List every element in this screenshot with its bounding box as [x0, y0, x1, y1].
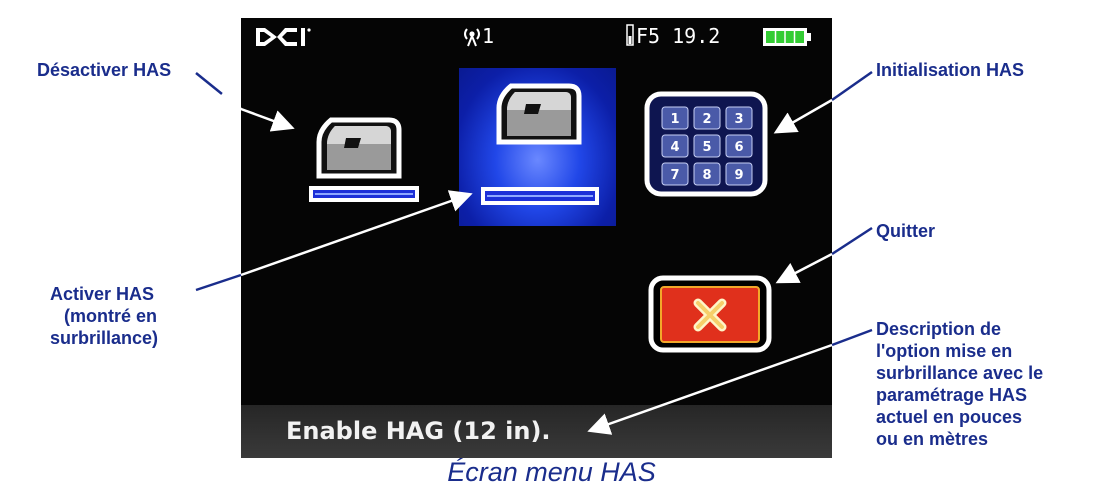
arrow-init-has-tip [773, 98, 833, 134]
arrow-quit [831, 226, 873, 256]
arrow-activate [195, 273, 242, 292]
arrow-quit-tip [775, 252, 833, 284]
arrow-init-has [831, 70, 873, 102]
arrow-description-tip [587, 343, 833, 435]
callout-arrows [195, 70, 873, 435]
arrow-description [831, 328, 873, 347]
arrow-activate-tip [240, 190, 473, 277]
arrow-disable-has-tip [240, 107, 295, 132]
arrow-disable-has [195, 72, 223, 95]
arrow-disable-has-mid [221, 93, 242, 110]
